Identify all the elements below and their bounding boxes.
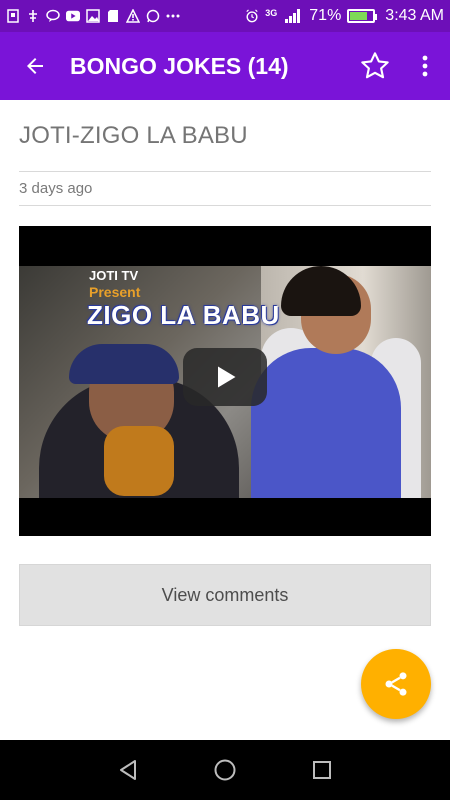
system-nav-bar	[0, 740, 450, 800]
view-comments-button[interactable]: View comments	[19, 564, 431, 626]
overflow-menu-button[interactable]	[400, 32, 450, 100]
network-type: 3G	[265, 8, 278, 18]
star-outline-icon	[361, 52, 389, 79]
favorite-button[interactable]	[350, 32, 400, 100]
usb-debug-icon	[26, 9, 40, 23]
video-player[interactable]: JOTI TV Present ZIGO LA BABU	[19, 226, 431, 536]
battery-percent: 71%	[309, 7, 342, 24]
signal-icon	[283, 9, 303, 23]
system-icons: 3G 71% 3:43 AM	[245, 7, 444, 25]
post-content: JOTI-ZIGO LA BABU 3 days ago JOTI TV Pre…	[0, 100, 450, 740]
divider	[19, 205, 431, 206]
warning-icon	[126, 9, 140, 23]
nav-recents-button[interactable]	[302, 750, 342, 790]
thumbnail-figure	[251, 348, 401, 498]
nav-back-button[interactable]	[108, 750, 148, 790]
page-title: BONGO JOKES (14)	[70, 52, 289, 79]
share-fab[interactable]	[361, 649, 431, 719]
post-title: JOTI-ZIGO LA BABU	[19, 122, 248, 149]
status-bar: 3G 71% 3:43 AM	[0, 0, 450, 32]
back-button[interactable]	[0, 32, 70, 100]
thumbnail-figure	[104, 426, 174, 496]
thumbnail-figure	[69, 344, 179, 384]
play-icon	[218, 366, 236, 388]
divider	[19, 171, 431, 172]
share-icon	[385, 672, 407, 696]
youtube-icon	[66, 9, 80, 23]
alarm-icon	[245, 9, 259, 23]
thumbnail-present-text: Present	[89, 284, 141, 300]
play-button[interactable]	[183, 348, 267, 406]
clock-time: 3:43 AM	[385, 7, 444, 24]
notification-icons	[6, 9, 180, 23]
back-triangle-icon	[120, 760, 137, 780]
home-circle-icon	[214, 759, 236, 781]
video-thumbnail: JOTI TV Present ZIGO LA BABU	[19, 266, 431, 498]
recents-square-icon	[312, 761, 331, 779]
post-date: 3 days ago	[19, 180, 93, 197]
battery-icon	[347, 9, 378, 23]
usb-icon	[6, 9, 20, 23]
back-arrow-icon	[27, 58, 43, 74]
more-vert-icon	[422, 55, 428, 77]
thumbnail-channel-text: JOTI TV	[89, 268, 139, 283]
more-notifications-icon	[166, 9, 180, 23]
whatsapp-icon	[146, 9, 160, 23]
image-icon	[86, 9, 100, 23]
sd-card-icon	[106, 9, 120, 23]
thumbnail-title-text: ZIGO LA BABU	[87, 300, 280, 330]
nav-home-button[interactable]	[205, 750, 245, 790]
chat-icon	[46, 9, 60, 23]
battery-level-fill	[350, 12, 368, 20]
app-bar: BONGO JOKES (14)	[0, 32, 450, 100]
